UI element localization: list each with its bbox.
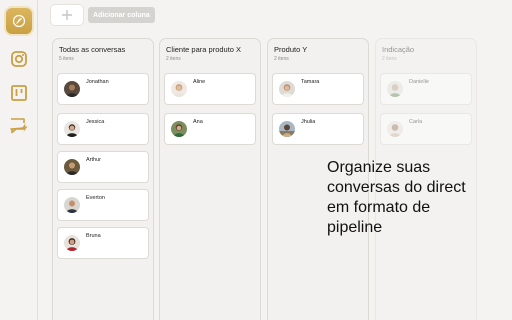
sidebar-item-instagram[interactable]	[0, 50, 38, 68]
sidebar-item-automations[interactable]	[0, 117, 38, 135]
contact-name: Everton	[86, 195, 105, 201]
column-title: Todas as conversas	[59, 45, 126, 54]
contact-card[interactable]: Jhulia	[272, 113, 364, 145]
chat-bolt-icon	[10, 118, 28, 134]
plus-icon	[62, 10, 72, 20]
add-column-plus-button[interactable]	[50, 4, 84, 26]
add-column-label: Adicionar coluna	[93, 11, 150, 19]
promo-line: pipeline	[327, 219, 383, 236]
avatar	[279, 121, 295, 137]
avatar	[64, 81, 80, 97]
contact-card[interactable]: Ana	[164, 113, 256, 145]
contact-name: Ana	[193, 119, 203, 125]
avatar	[279, 81, 295, 97]
avatar	[171, 121, 187, 137]
contact-card[interactable]: Jessica	[57, 113, 149, 145]
avatar	[387, 121, 403, 137]
promo-line: Organize suas	[327, 159, 431, 176]
contact-name: Jessica	[86, 119, 105, 125]
toolbar: Adicionar coluna	[50, 4, 155, 26]
contact-name: Tamara	[301, 79, 320, 85]
avatar	[64, 235, 80, 251]
avatar	[171, 81, 187, 97]
promo-line: conversas do direct	[327, 179, 466, 196]
contact-card[interactable]: Bruna	[57, 227, 149, 259]
column-count: 5 itens	[59, 56, 74, 62]
leaf-logo-icon	[6, 8, 32, 34]
avatar	[64, 159, 80, 175]
add-column-button[interactable]: Adicionar coluna	[88, 7, 155, 23]
sidebar-item-logo[interactable]	[0, 8, 38, 34]
contact-name: Danielle	[409, 79, 429, 85]
pipeline-column: Todas as conversas 5 itens Jonathan Jess…	[52, 38, 154, 320]
avatar	[64, 121, 80, 137]
sidebar-item-pipeline[interactable]	[0, 84, 38, 102]
column-title: Indicação	[382, 45, 415, 54]
column-title: Produto Y	[274, 45, 308, 54]
kanban-board-icon	[11, 85, 27, 101]
avatar	[387, 81, 403, 97]
contact-name: Aline	[193, 79, 206, 85]
sidebar	[0, 0, 38, 320]
contact-name: Jhulia	[301, 119, 316, 125]
contact-card[interactable]: Tamara	[272, 73, 364, 105]
promo-line: em formato de	[327, 199, 431, 216]
contact-card[interactable]: Danielle	[380, 73, 472, 105]
column-count: 2 itens	[166, 56, 181, 62]
contact-card[interactable]: Aline	[164, 73, 256, 105]
contact-card[interactable]: Carla	[380, 113, 472, 145]
avatar	[64, 197, 80, 213]
contact-name: Arthur	[86, 157, 101, 163]
contact-card[interactable]: Everton	[57, 189, 149, 221]
column-count: 2 itens	[274, 56, 289, 62]
pipeline-column: Cliente para produto X 2 itens Aline Ana	[159, 38, 261, 320]
contact-card[interactable]: Jonathan	[57, 73, 149, 105]
contact-name: Carla	[409, 119, 423, 125]
column-title: Cliente para produto X	[166, 45, 242, 54]
column-count: 2 itens	[382, 56, 397, 62]
contact-name: Jonathan	[86, 79, 109, 85]
contact-card[interactable]: Arthur	[57, 151, 149, 183]
instagram-icon	[11, 51, 27, 67]
promo-headline: Organize suas conversas do direct em for…	[327, 158, 512, 238]
contact-name: Bruna	[86, 233, 101, 239]
